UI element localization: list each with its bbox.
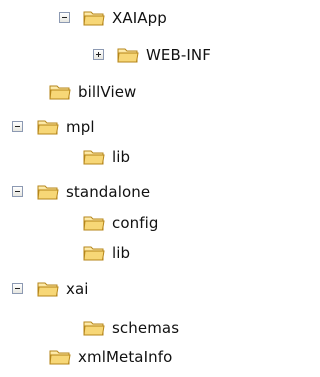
tree-item-label: mpl — [66, 117, 95, 136]
tree-item-lib[interactable]: lib — [82, 142, 130, 172]
collapse-toggle-icon[interactable] — [12, 283, 23, 294]
folder-icon — [36, 182, 60, 202]
tree-item-mpl[interactable]: mpl — [36, 112, 95, 142]
folder-icon — [82, 318, 106, 338]
tree-item-web-inf[interactable]: WEB-INF — [116, 40, 211, 70]
folder-icon — [48, 82, 72, 102]
collapse-toggle-icon[interactable] — [12, 186, 23, 197]
tree-item-label: WEB-INF — [146, 45, 211, 64]
tree-item-label: config — [112, 213, 159, 232]
expand-toggle-icon[interactable] — [93, 49, 104, 60]
folder-icon — [82, 147, 106, 167]
tree-item-label: XAIApp — [112, 8, 167, 27]
collapse-toggle-icon[interactable] — [59, 12, 70, 23]
tree-item-billview[interactable]: billView — [48, 77, 136, 107]
folder-icon — [82, 8, 106, 28]
tree-item-label: schemas — [112, 318, 180, 337]
folder-icon — [82, 243, 106, 263]
tree-item-label: xmlMetaInfo — [78, 347, 173, 366]
collapse-toggle-icon[interactable] — [12, 121, 23, 132]
tree-item-label: lib — [112, 243, 131, 262]
tree-item-label: billView — [78, 82, 137, 101]
tree-item-lib[interactable]: lib — [82, 238, 130, 268]
tree-item-xai[interactable]: xai — [36, 274, 89, 304]
folder-icon — [116, 45, 140, 65]
folder-icon — [82, 213, 106, 233]
tree-item-xmlmetainfo[interactable]: xmlMetaInfo — [48, 342, 172, 372]
folder-icon — [36, 117, 60, 137]
tree-item-xaiapp[interactable]: XAIApp — [82, 3, 167, 33]
folder-icon — [48, 347, 72, 367]
tree-item-standalone[interactable]: standalone — [36, 177, 150, 207]
tree-item-label: lib — [112, 147, 131, 166]
folder-icon — [36, 279, 60, 299]
tree-item-label: standalone — [66, 182, 151, 201]
tree-item-schemas[interactable]: schemas — [82, 313, 179, 343]
folder-tree: XAIApp WEB-INF billView mpl lib standalo… — [0, 0, 248, 377]
tree-item-config[interactable]: config — [82, 208, 159, 238]
tree-item-label: xai — [66, 279, 89, 298]
